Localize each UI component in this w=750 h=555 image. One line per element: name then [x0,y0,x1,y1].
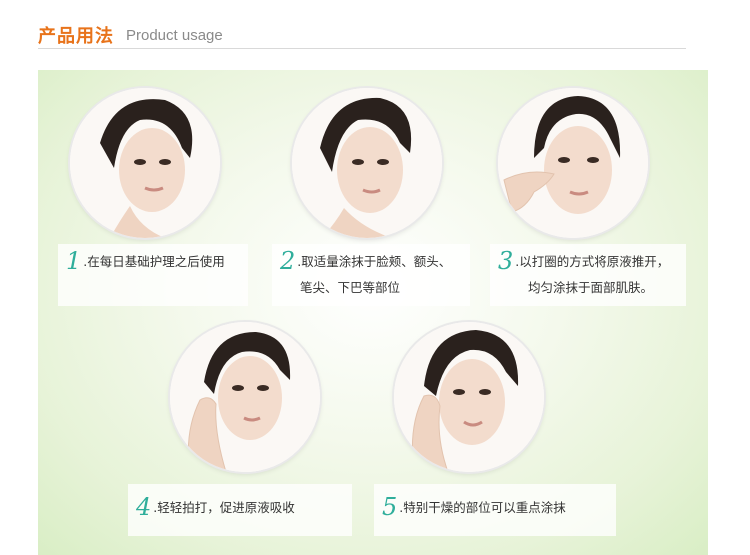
step-3-text-2: 均匀涂抹于面部肌肤。 [528,280,654,295]
face-illustration-1 [70,88,220,238]
step-1-caption: 1 .在每日基础护理之后使用 [58,244,248,306]
step-4-photo [170,322,320,472]
step-5-number: 5 [382,493,398,521]
section-subtitle: Product usage [126,27,223,44]
step-1-photo [70,88,220,238]
step-4-number: 4 [136,493,152,521]
header-divider [38,48,686,49]
face-illustration-3 [498,88,648,238]
step-4-line: 4 .轻轻拍打，促进原液吸收 [136,488,344,521]
step-1-text: .在每日基础护理之后使用 [83,254,225,269]
step-1-number: 1 [66,247,82,275]
step-5-photo [394,322,544,472]
face-illustration-2 [292,88,442,238]
step-5-text: .特别干燥的部位可以重点涂抹 [399,500,566,515]
step-2-number: 2 [280,247,296,275]
step-3-photo [498,88,648,238]
step-2-caption: 2 .取适量涂抹于脸颊、额头、 笔尖、下巴等部位 [272,244,470,306]
step-3-text: .以打圈的方式将原液推开， [515,254,670,269]
step-3-number: 3 [498,247,514,275]
face-illustration-4 [170,322,320,472]
step-2-text: .取适量涂抹于脸颊、额头、 [297,254,452,269]
step-4-caption: 4 .轻轻拍打，促进原液吸收 [128,484,352,536]
step-2-line-1: 2 .取适量涂抹于脸颊、额头、 [280,248,462,275]
step-1-line: 1 .在每日基础护理之后使用 [66,248,240,275]
step-5-caption: 5 .特别干燥的部位可以重点涂抹 [374,484,616,536]
step-2-photo [292,88,442,238]
face-illustration-5 [394,322,544,472]
section-title: 产品用法 [38,26,114,47]
step-3-caption: 3 .以打圈的方式将原液推开， 均匀涂抹于面部肌肤。 [490,244,686,306]
step-4-text: .轻轻拍打，促进原液吸收 [153,500,295,515]
step-5-line: 5 .特别干燥的部位可以重点涂抹 [382,488,608,521]
step-3-line-1: 3 .以打圈的方式将原液推开， [498,248,678,275]
step-2-text-2: 笔尖、下巴等部位 [300,280,401,295]
